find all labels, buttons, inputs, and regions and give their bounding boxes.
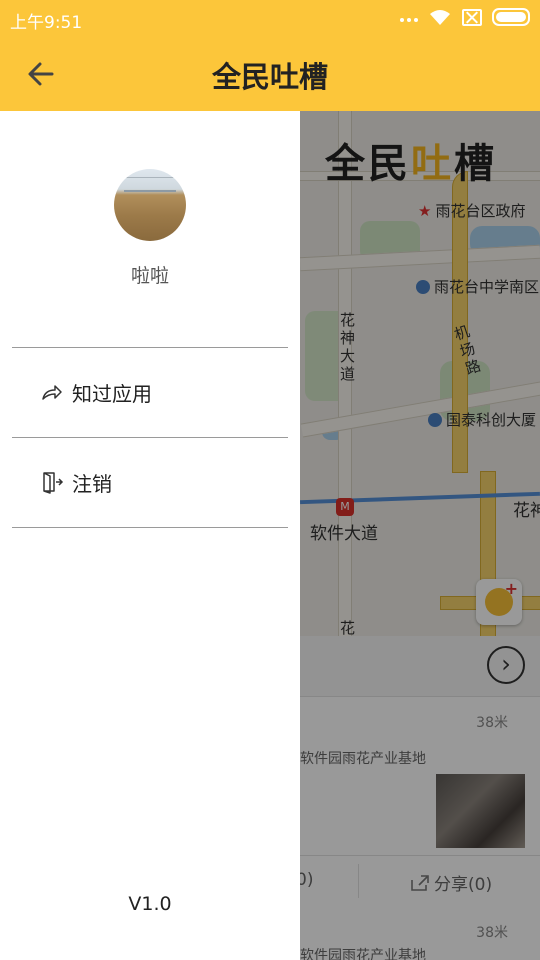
menu-item-label: 注销 — [72, 472, 112, 496]
navigation-drawer: 啦啦 知过应用 注销 V1.0 — [0, 111, 300, 960]
avatar[interactable] — [114, 169, 186, 241]
divider — [12, 527, 288, 528]
no-sim-icon — [462, 8, 482, 26]
username: 啦啦 — [130, 265, 169, 287]
wifi-icon — [430, 10, 450, 25]
status-bar: 上午9:51 — [0, 0, 540, 38]
app-bar: 全民吐槽 — [0, 38, 540, 111]
logout-icon — [43, 472, 64, 494]
share-icon — [42, 385, 62, 400]
more-dots-icon — [400, 18, 418, 22]
app-version: V1.0 — [128, 893, 172, 915]
page-title: 全民吐槽 — [211, 60, 328, 94]
status-icons — [400, 8, 530, 26]
battery-icon — [492, 8, 530, 26]
menu-item-share-app[interactable]: 知过应用 — [12, 348, 288, 436]
status-time: 上午9:51 — [10, 13, 83, 33]
menu-item-logout[interactable]: 注销 — [12, 438, 288, 526]
menu-item-label: 知过应用 — [72, 382, 152, 406]
app-screen: 上午9:51 全民吐槽 M 全民吐槽 ★ 雨花台区政府 雨花台中学南区 国泰科创… — [0, 0, 540, 960]
